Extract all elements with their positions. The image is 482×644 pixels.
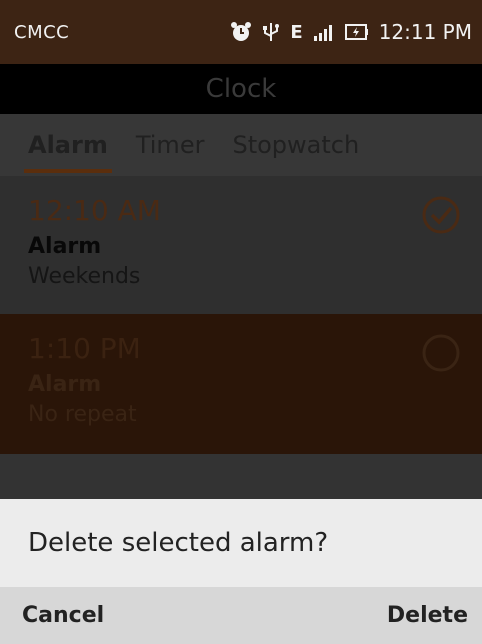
usb-icon: [262, 21, 280, 43]
delete-button[interactable]: Delete: [387, 603, 468, 628]
alarm-item[interactable]: 12:10 AM Alarm Weekends: [0, 176, 482, 314]
alarm-time: 1:10 PM: [28, 332, 141, 365]
status-bar: CMCC E 12:11 PM: [0, 0, 482, 64]
carrier-name: CMCC: [14, 21, 70, 43]
edge-network-icon: E: [290, 21, 303, 43]
checked-checkbox-icon[interactable]: [420, 194, 462, 236]
alarm-icon: [230, 21, 252, 43]
status-icons: E 12:11 PM: [230, 20, 472, 44]
battery-charging-icon: [344, 22, 369, 42]
alarm-time: 12:10 AM: [28, 194, 161, 227]
tab-alarm[interactable]: Alarm: [24, 131, 112, 173]
delete-confirm-dialog: Delete selected alarm? Cancel Delete: [0, 499, 482, 644]
alarm-repeat: Weekends: [28, 264, 141, 289]
page-title: Clock: [205, 74, 277, 104]
status-time: 12:11 PM: [378, 20, 472, 44]
cancel-button[interactable]: Cancel: [22, 603, 104, 628]
alarm-item[interactable]: 1:10 PM Alarm No repeat: [0, 314, 482, 454]
dialog-message: Delete selected alarm?: [0, 499, 482, 587]
alarm-label: Alarm: [28, 234, 102, 259]
unchecked-checkbox-icon[interactable]: [420, 332, 462, 374]
tab-bar: Alarm Timer Stopwatch: [0, 114, 482, 176]
signal-icon: [313, 22, 335, 42]
list-empty-area: [0, 454, 482, 499]
tab-timer[interactable]: Timer: [136, 131, 205, 159]
alarm-label: Alarm: [28, 372, 102, 397]
app-title-bar: Clock: [0, 64, 482, 114]
alarm-repeat: No repeat: [28, 402, 137, 427]
tab-stopwatch[interactable]: Stopwatch: [232, 131, 359, 159]
dialog-actions: Cancel Delete: [0, 587, 482, 644]
